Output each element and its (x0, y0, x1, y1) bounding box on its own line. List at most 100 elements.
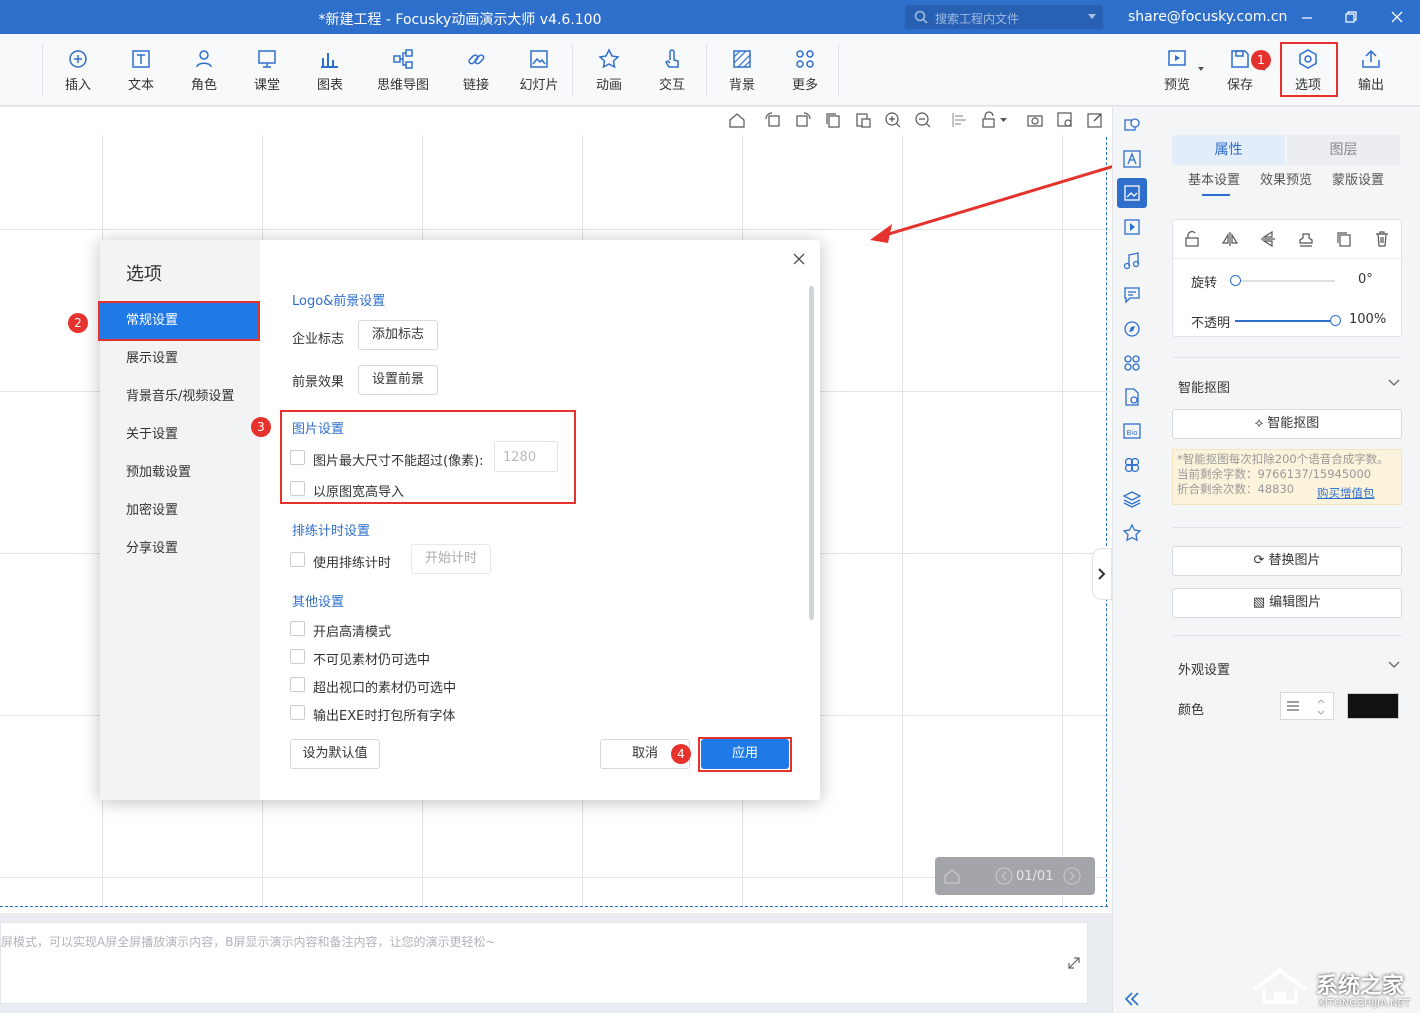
lines-icon (1287, 701, 1299, 711)
shape-icon[interactable] (1122, 115, 1142, 135)
nav-bg-music[interactable]: 背景音乐/视频设置 (100, 378, 260, 416)
notes-panel[interactable]: 屏模式，可以实现A屏全屏播放演示内容，B屏显示演示内容和备注内容，让您的演示更轻… (0, 922, 1088, 1004)
bio-icon[interactable]: Bio (1122, 421, 1142, 441)
smart-cut-note: *智能抠图每次扣除200个语音合成字数。 (1177, 452, 1389, 466)
chevron-down-icon[interactable] (1388, 379, 1400, 387)
toolbar-more-button[interactable]: 更多 (774, 48, 836, 93)
close-icon[interactable] (792, 252, 806, 266)
line-style-select[interactable] (1280, 692, 1334, 720)
close-window-icon[interactable] (1386, 6, 1408, 28)
copy-icon[interactable] (824, 111, 842, 129)
add-logo-button[interactable]: 添加标志 (358, 320, 438, 350)
minimize-icon[interactable] (1296, 6, 1318, 28)
flip-horizontal-icon[interactable] (1221, 230, 1239, 248)
document-icon[interactable] (1122, 387, 1142, 407)
music-icon[interactable] (1122, 251, 1142, 271)
toolbar-role-button[interactable]: 角色 (173, 48, 235, 93)
toolbar-export-button[interactable]: 输出 (1340, 48, 1402, 93)
tab-layers[interactable]: 图层 (1287, 135, 1400, 165)
invisible-selectable-checkbox[interactable] (290, 649, 305, 664)
scrollbar[interactable] (809, 286, 814, 620)
edit-image-label: 编辑图片 (1269, 595, 1322, 610)
pack-fonts-checkbox[interactable] (290, 705, 305, 720)
edit-image-button[interactable]: ▧ 编辑图片 (1172, 588, 1402, 618)
rotate-slider-knob[interactable] (1230, 275, 1241, 286)
buy-package-link[interactable]: 购买增值包 (1317, 486, 1375, 501)
toolbar-interact-button[interactable]: 交互 (641, 48, 703, 93)
rotate-right-icon[interactable] (794, 111, 812, 129)
other-option-label: 不可见素材仍可选中 (313, 653, 431, 668)
toolbar-insert-button[interactable]: 插入 (47, 48, 109, 93)
set-foreground-button[interactable]: 设置前景 (358, 365, 438, 395)
layers-icon[interactable] (1122, 489, 1142, 509)
components-icon[interactable] (1122, 353, 1142, 373)
toolbar-slide-button[interactable]: 幻灯片 (508, 48, 570, 93)
page-navigator: 01/01 (935, 857, 1095, 895)
double-chevron-left-icon[interactable] (1122, 989, 1142, 1009)
subtab-mask[interactable]: 蒙版设置 (1332, 169, 1384, 188)
separator (572, 44, 573, 96)
nav-encrypt[interactable]: 加密设置 (100, 492, 260, 530)
subtab-effect-preview[interactable]: 效果预览 (1260, 169, 1312, 188)
stepper-icon[interactable] (1317, 697, 1325, 717)
toolbar-chart-button[interactable]: 图表 (299, 48, 361, 93)
chevron-down-icon[interactable] (1088, 14, 1096, 20)
subtab-basic[interactable]: 基本设置 (1188, 169, 1240, 188)
opacity-slider-knob[interactable] (1330, 315, 1341, 326)
video-icon[interactable] (1122, 217, 1142, 237)
restore-icon[interactable] (1340, 6, 1362, 28)
duplicate-icon[interactable] (1335, 230, 1353, 248)
toolbar-background-button[interactable]: 背景 (711, 48, 773, 93)
toolbar-mindmap-button[interactable]: 思维导图 (372, 48, 434, 93)
nav-share[interactable]: 分享设置 (100, 530, 260, 568)
next-page-icon[interactable] (1063, 867, 1081, 885)
flip-vertical-icon[interactable] (1259, 230, 1277, 248)
foreground-label: 前景效果 (292, 375, 345, 390)
flower-icon[interactable] (1122, 455, 1142, 475)
rotate-label: 旋转 (1191, 276, 1218, 291)
set-default-button[interactable]: 设为默认值 (290, 739, 380, 769)
chevron-down-icon[interactable] (1388, 661, 1400, 669)
toolbar-link-button[interactable]: 链接 (445, 48, 507, 93)
smart-cut-button[interactable]: ⟡ 智能抠图 (1172, 409, 1402, 439)
search-input[interactable]: 搜索工程内文件 (905, 5, 1103, 29)
star-icon[interactable] (1122, 523, 1142, 543)
chevron-down-icon[interactable] (1198, 67, 1204, 71)
nav-about[interactable]: 关于设置 (100, 416, 260, 454)
toolbar-animation-button[interactable]: 动画 (578, 48, 640, 93)
trash-icon[interactable] (1373, 230, 1391, 248)
expand-icon[interactable] (1067, 956, 1081, 970)
color-swatch[interactable] (1347, 693, 1399, 719)
page-counter: 01/01 (1016, 869, 1054, 884)
nav-preload[interactable]: 预加载设置 (100, 454, 260, 492)
home-icon[interactable] (943, 867, 961, 885)
image-tool-active[interactable] (1117, 178, 1147, 208)
rotate-left-icon[interactable] (764, 111, 782, 129)
separator (42, 44, 43, 96)
collapse-panel-button[interactable] (1092, 548, 1112, 600)
opacity-value: 100% (1349, 312, 1387, 327)
canvas-frame-border (0, 906, 1108, 907)
outside-viewport-checkbox[interactable] (290, 677, 305, 692)
nav-display[interactable]: 展示设置 (100, 340, 260, 378)
text-style-icon[interactable] (1122, 149, 1142, 169)
rehearse-checkbox[interactable] (290, 552, 305, 567)
unlock-icon[interactable] (1183, 230, 1201, 248)
start-timer-button[interactable]: 开始计时 (411, 544, 491, 574)
compass-icon[interactable] (1122, 319, 1142, 339)
stamp-icon[interactable] (1297, 230, 1315, 248)
toolbar-classroom-button[interactable]: 课堂 (236, 48, 298, 93)
comment-icon[interactable] (1122, 285, 1142, 305)
toolbar-text-button[interactable]: 文本 (110, 48, 172, 93)
account-email[interactable]: share@focusky.com.cn (1128, 9, 1287, 25)
replace-image-button[interactable]: ⟳ 替换图片 (1172, 546, 1402, 576)
tab-properties[interactable]: 属性 (1172, 135, 1285, 165)
opacity-slider[interactable] (1235, 315, 1341, 326)
smart-cut-notice: *智能抠图每次扣除200个语音合成字数。 当前剩余字数：9766137/1594… (1172, 449, 1402, 505)
prev-page-icon[interactable] (995, 867, 1013, 885)
hd-mode-checkbox[interactable] (290, 621, 305, 636)
rotate-slider[interactable] (1230, 275, 1335, 286)
divider (1172, 635, 1402, 636)
divider (1173, 258, 1403, 259)
home-icon[interactable] (728, 111, 746, 129)
